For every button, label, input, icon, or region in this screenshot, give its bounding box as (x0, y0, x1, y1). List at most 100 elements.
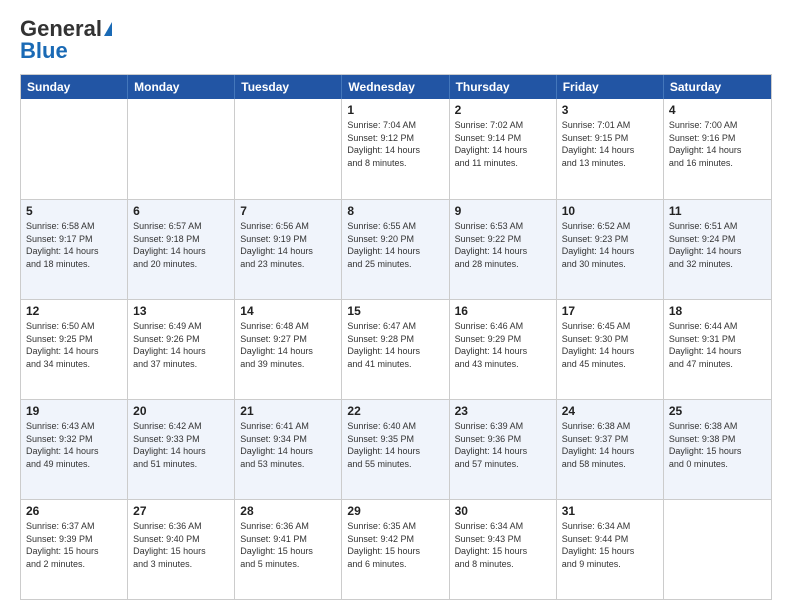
day-cell-26: 26 Sunrise: 6:37 AM Sunset: 9:39 PM Dayli… (21, 500, 128, 599)
day-cell-17: 17Sunrise: 6:45 AM Sunset: 9:30 PM Dayli… (557, 300, 664, 399)
day-cell-9: 9Sunrise: 6:53 AM Sunset: 9:22 PM Daylig… (450, 200, 557, 299)
day-cell-7: 7 Sunrise: 6:56 AM Sunset: 9:19 PM Daylig… (235, 200, 342, 299)
empty-cell (235, 99, 342, 199)
calendar-row-4: 19 Sunrise: 6:43 AM Sunset: 9:32 PM Dayli… (21, 399, 771, 499)
day-number: 6 (133, 204, 229, 218)
day-info: Sunrise: 6:42 AM Sunset: 9:33 PM Dayligh… (133, 420, 229, 470)
day-info: Sunrise: 6:39 AM Sunset: 9:36 PM Dayligh… (455, 420, 551, 470)
day-cell-31: 31 Sunrise: 6:34 AM Sunset: 9:44 PM Dayli… (557, 500, 664, 599)
header-cell-saturday: Saturday (664, 75, 771, 99)
day-info: Sunrise: 7:04 AM Sunset: 9:12 PM Dayligh… (347, 119, 443, 169)
day-cell-22: 22Sunrise: 6:40 AM Sunset: 9:35 PM Dayli… (342, 400, 449, 499)
day-cell-14: 14Sunrise: 6:48 AM Sunset: 9:27 PM Dayli… (235, 300, 342, 399)
day-cell-10: 10 Sunrise: 6:52 AM Sunset: 9:23 PM Dayli… (557, 200, 664, 299)
day-number: 27 (133, 504, 229, 518)
day-number: 10 (562, 204, 658, 218)
day-cell-5: 5 Sunrise: 6:58 AM Sunset: 9:17 PM Daylig… (21, 200, 128, 299)
calendar-row-1: 1 Sunrise: 7:04 AM Sunset: 9:12 PM Daylig… (21, 99, 771, 199)
header-cell-wednesday: Wednesday (342, 75, 449, 99)
day-number: 12 (26, 304, 122, 318)
day-number: 19 (26, 404, 122, 418)
day-number: 30 (455, 504, 551, 518)
header-cell-friday: Friday (557, 75, 664, 99)
day-info: Sunrise: 6:49 AM Sunset: 9:26 PM Dayligh… (133, 320, 229, 370)
day-info: Sunrise: 6:36 AM Sunset: 9:40 PM Dayligh… (133, 520, 229, 570)
day-info: Sunrise: 7:01 AM Sunset: 9:15 PM Dayligh… (562, 119, 658, 169)
day-info: Sunrise: 6:35 AM Sunset: 9:42 PM Dayligh… (347, 520, 443, 570)
day-info: Sunrise: 6:43 AM Sunset: 9:32 PM Dayligh… (26, 420, 122, 470)
day-info: Sunrise: 6:53 AM Sunset: 9:22 PM Dayligh… (455, 220, 551, 270)
day-info: Sunrise: 6:56 AM Sunset: 9:19 PM Dayligh… (240, 220, 336, 270)
header-cell-thursday: Thursday (450, 75, 557, 99)
day-info: Sunrise: 6:58 AM Sunset: 9:17 PM Dayligh… (26, 220, 122, 270)
empty-cell (128, 99, 235, 199)
day-info: Sunrise: 6:50 AM Sunset: 9:25 PM Dayligh… (26, 320, 122, 370)
calendar-row-2: 5 Sunrise: 6:58 AM Sunset: 9:17 PM Daylig… (21, 199, 771, 299)
day-number: 25 (669, 404, 766, 418)
day-number: 31 (562, 504, 658, 518)
day-number: 16 (455, 304, 551, 318)
calendar-row-5: 26 Sunrise: 6:37 AM Sunset: 9:39 PM Dayli… (21, 499, 771, 599)
day-info: Sunrise: 6:34 AM Sunset: 9:43 PM Dayligh… (455, 520, 551, 570)
day-cell-16: 16 Sunrise: 6:46 AM Sunset: 9:29 PM Dayli… (450, 300, 557, 399)
day-cell-27: 27 Sunrise: 6:36 AM Sunset: 9:40 PM Dayli… (128, 500, 235, 599)
header-cell-tuesday: Tuesday (235, 75, 342, 99)
day-cell-8: 8 Sunrise: 6:55 AM Sunset: 9:20 PM Daylig… (342, 200, 449, 299)
day-info: Sunrise: 6:41 AM Sunset: 9:34 PM Dayligh… (240, 420, 336, 470)
calendar: SundayMondayTuesdayWednesdayThursdayFrid… (20, 74, 772, 600)
day-info: Sunrise: 6:36 AM Sunset: 9:41 PM Dayligh… (240, 520, 336, 570)
empty-cell (21, 99, 128, 199)
day-cell-6: 6 Sunrise: 6:57 AM Sunset: 9:18 PM Daylig… (128, 200, 235, 299)
day-number: 3 (562, 103, 658, 117)
day-number: 17 (562, 304, 658, 318)
header: General Blue (20, 16, 772, 64)
day-info: Sunrise: 6:55 AM Sunset: 9:20 PM Dayligh… (347, 220, 443, 270)
day-cell-4: 4Sunrise: 7:00 AM Sunset: 9:16 PM Daylig… (664, 99, 771, 199)
logo: General Blue (20, 16, 112, 64)
day-cell-18: 18 Sunrise: 6:44 AM Sunset: 9:31 PM Dayli… (664, 300, 771, 399)
day-cell-21: 21 Sunrise: 6:41 AM Sunset: 9:34 PM Dayli… (235, 400, 342, 499)
calendar-header: SundayMondayTuesdayWednesdayThursdayFrid… (21, 75, 771, 99)
day-number: 28 (240, 504, 336, 518)
day-info: Sunrise: 6:40 AM Sunset: 9:35 PM Dayligh… (347, 420, 443, 470)
empty-cell (664, 500, 771, 599)
day-info: Sunrise: 6:57 AM Sunset: 9:18 PM Dayligh… (133, 220, 229, 270)
day-info: Sunrise: 6:38 AM Sunset: 9:38 PM Dayligh… (669, 420, 766, 470)
day-number: 26 (26, 504, 122, 518)
day-number: 14 (240, 304, 336, 318)
day-number: 7 (240, 204, 336, 218)
day-info: Sunrise: 6:38 AM Sunset: 9:37 PM Dayligh… (562, 420, 658, 470)
day-info: Sunrise: 6:46 AM Sunset: 9:29 PM Dayligh… (455, 320, 551, 370)
header-cell-sunday: Sunday (21, 75, 128, 99)
day-cell-15: 15Sunrise: 6:47 AM Sunset: 9:28 PM Dayli… (342, 300, 449, 399)
day-number: 1 (347, 103, 443, 117)
day-cell-13: 13Sunrise: 6:49 AM Sunset: 9:26 PM Dayli… (128, 300, 235, 399)
day-number: 29 (347, 504, 443, 518)
day-number: 20 (133, 404, 229, 418)
day-cell-28: 28 Sunrise: 6:36 AM Sunset: 9:41 PM Dayli… (235, 500, 342, 599)
day-cell-19: 19 Sunrise: 6:43 AM Sunset: 9:32 PM Dayli… (21, 400, 128, 499)
day-number: 5 (26, 204, 122, 218)
page: General Blue SundayMondayTuesdayWednesda… (0, 0, 792, 612)
day-cell-30: 30 Sunrise: 6:34 AM Sunset: 9:43 PM Dayli… (450, 500, 557, 599)
day-info: Sunrise: 6:47 AM Sunset: 9:28 PM Dayligh… (347, 320, 443, 370)
day-cell-23: 23 Sunrise: 6:39 AM Sunset: 9:36 PM Dayli… (450, 400, 557, 499)
day-cell-11: 11Sunrise: 6:51 AM Sunset: 9:24 PM Dayli… (664, 200, 771, 299)
day-number: 18 (669, 304, 766, 318)
day-info: Sunrise: 6:37 AM Sunset: 9:39 PM Dayligh… (26, 520, 122, 570)
day-number: 11 (669, 204, 766, 218)
calendar-row-3: 12 Sunrise: 6:50 AM Sunset: 9:25 PM Dayli… (21, 299, 771, 399)
day-number: 23 (455, 404, 551, 418)
day-info: Sunrise: 6:34 AM Sunset: 9:44 PM Dayligh… (562, 520, 658, 570)
day-cell-1: 1 Sunrise: 7:04 AM Sunset: 9:12 PM Daylig… (342, 99, 449, 199)
day-number: 21 (240, 404, 336, 418)
day-info: Sunrise: 6:52 AM Sunset: 9:23 PM Dayligh… (562, 220, 658, 270)
logo-triangle-icon (104, 22, 112, 36)
day-cell-12: 12 Sunrise: 6:50 AM Sunset: 9:25 PM Dayli… (21, 300, 128, 399)
day-info: Sunrise: 7:00 AM Sunset: 9:16 PM Dayligh… (669, 119, 766, 169)
day-info: Sunrise: 6:44 AM Sunset: 9:31 PM Dayligh… (669, 320, 766, 370)
day-number: 2 (455, 103, 551, 117)
day-cell-3: 3 Sunrise: 7:01 AM Sunset: 9:15 PM Daylig… (557, 99, 664, 199)
day-number: 8 (347, 204, 443, 218)
day-number: 24 (562, 404, 658, 418)
